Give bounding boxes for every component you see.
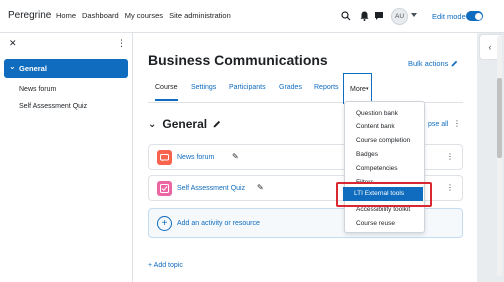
drawer-section-label: General — [19, 64, 47, 73]
activity-name[interactable]: News forum — [177, 154, 214, 161]
tab-participants[interactable]: Participants — [229, 83, 266, 101]
forum-icon — [157, 150, 172, 165]
nav-dashboard[interactable]: Dashboard — [82, 11, 119, 20]
menu-item-content-bank[interactable]: Content bank — [356, 123, 395, 130]
edit-mode-label: Edit mode — [432, 12, 466, 21]
bulk-actions-label: Bulk actions — [408, 59, 449, 68]
collapse-all-link[interactable]: pse all — [428, 121, 448, 128]
nav-my-courses[interactable]: My courses — [125, 11, 163, 20]
tab-settings[interactable]: Settings — [191, 83, 216, 101]
activity-name[interactable]: Self Assessment Quiz — [177, 185, 245, 192]
tab-reports[interactable]: Reports — [314, 83, 339, 101]
drawer-section-general[interactable]: ⌄ General — [4, 59, 128, 78]
search-icon[interactable] — [339, 9, 353, 23]
bell-icon[interactable] — [357, 9, 371, 23]
edit-mode-toggle[interactable] — [466, 11, 483, 21]
course-main-region: Business Communications Bulk actions Cou… — [133, 33, 477, 282]
quiz-icon — [157, 181, 172, 196]
site-brand[interactable]: Peregrine — [8, 10, 51, 21]
pencil-icon — [451, 60, 458, 67]
page-title: Business Communications — [148, 52, 328, 68]
kebab-menu-icon[interactable]: ⋮ — [453, 119, 461, 128]
top-navbar: Peregrine Home Dashboard My courses Site… — [0, 0, 504, 33]
user-menu-caret-icon[interactable] — [411, 13, 417, 17]
add-activity-label: Add an activity or resource — [177, 220, 260, 227]
kebab-menu-icon[interactable]: ⋮ — [117, 38, 126, 49]
chevron-down-icon[interactable]: ⌄ — [9, 62, 16, 71]
chat-icon[interactable] — [372, 9, 386, 23]
menu-item-accessibility-toolkit[interactable]: Accessibility toolkit — [356, 206, 410, 213]
drawer-item-self-assessment-quiz[interactable]: Self Assessment Quiz — [19, 103, 87, 110]
user-avatar[interactable]: AU — [391, 8, 408, 25]
menu-item-course-reuse[interactable]: Course reuse — [356, 220, 395, 227]
pencil-icon[interactable] — [213, 120, 221, 128]
more-dropdown-menu: Question bank Content bank Course comple… — [344, 101, 425, 233]
close-icon[interactable]: ✕ — [9, 38, 17, 49]
scrollbar-thumb[interactable] — [497, 78, 502, 158]
tab-course[interactable]: Course — [155, 83, 178, 101]
pencil-icon[interactable]: ✎ — [257, 183, 264, 192]
kebab-menu-icon[interactable]: ⋮ — [446, 152, 454, 161]
course-index-drawer: ✕ ⋮ ⌄ General News forum Self Assessment… — [0, 33, 133, 282]
chevron-down-icon[interactable]: ⌄ — [148, 119, 156, 130]
section-header: ⌄ General — [148, 117, 221, 131]
drawer-item-news-forum[interactable]: News forum — [19, 86, 56, 93]
menu-item-badges[interactable]: Badges — [356, 151, 378, 158]
tab-more[interactable]: More ▾ — [343, 73, 372, 104]
tab-more-label: More — [350, 86, 366, 93]
tab-grades[interactable]: Grades — [279, 83, 302, 101]
chevron-down-icon: ▾ — [366, 86, 369, 92]
kebab-menu-icon[interactable]: ⋮ — [446, 183, 454, 192]
chevron-left-icon: ‹ — [488, 42, 492, 52]
menu-item-question-bank[interactable]: Question bank — [356, 110, 398, 117]
nav-home[interactable]: Home — [56, 11, 76, 20]
menu-item-course-completion[interactable]: Course completion — [356, 137, 410, 144]
primary-navigation: Home Dashboard My courses Site administr… — [56, 11, 231, 20]
menu-item-competencies[interactable]: Competencies — [356, 165, 398, 172]
section-title: General — [162, 117, 208, 131]
highlight-annotation-box — [336, 182, 432, 207]
bulk-actions-button[interactable]: Bulk actions — [408, 59, 458, 68]
pencil-icon[interactable]: ✎ — [232, 152, 239, 161]
add-topic-link[interactable]: + Add topic — [148, 262, 183, 269]
nav-site-administration[interactable]: Site administration — [169, 11, 231, 20]
plus-icon: + — [157, 216, 172, 231]
